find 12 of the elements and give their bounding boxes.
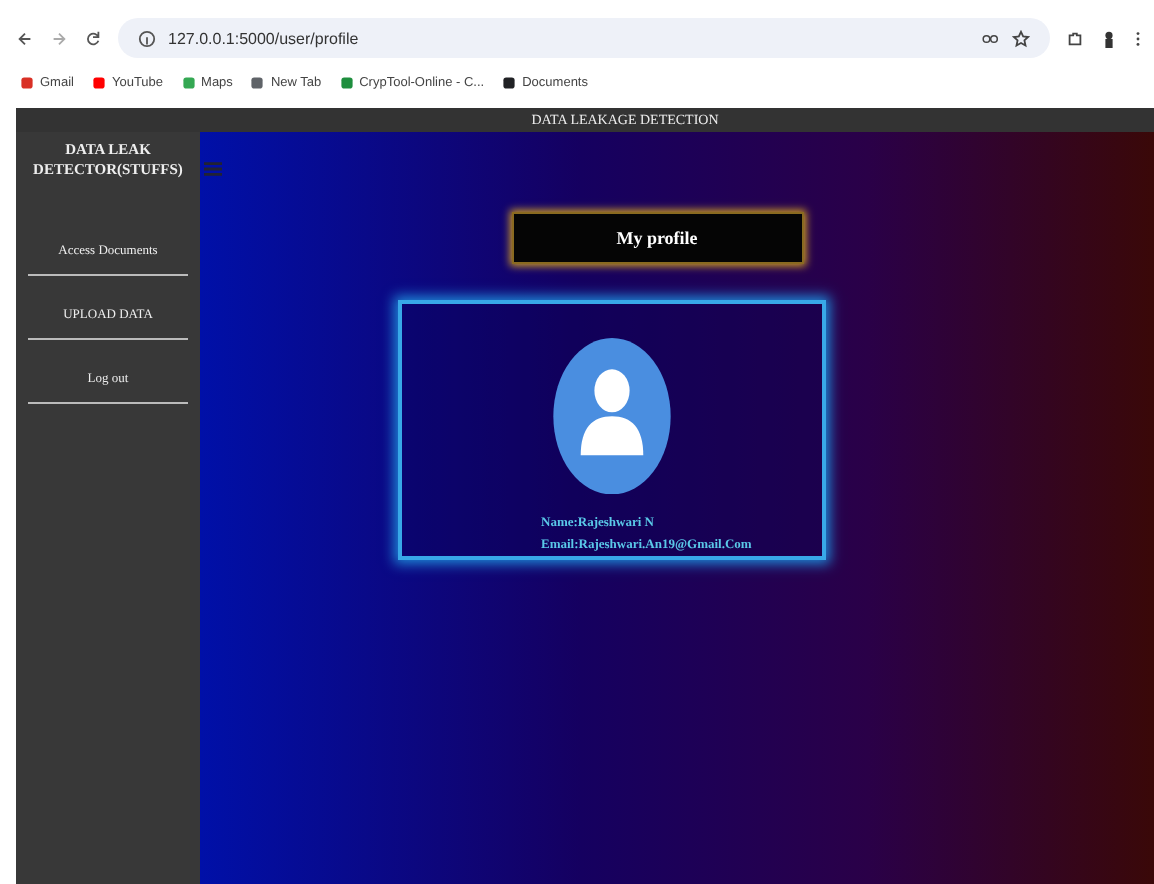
profile-icon[interactable] (1100, 29, 1118, 47)
address-bar[interactable]: 127.0.0.1:5000/user/profile (118, 18, 1050, 58)
url-text: 127.0.0.1:5000/user/profile (168, 29, 359, 47)
key-icon[interactable] (982, 29, 1000, 47)
star-icon[interactable] (1012, 29, 1030, 47)
profile-heading: My profile (511, 212, 803, 264)
extensions-icon[interactable] (1066, 29, 1084, 47)
reload-icon[interactable] (84, 29, 102, 47)
info-icon[interactable] (138, 29, 156, 47)
more-icon[interactable] (1134, 29, 1142, 47)
avatar-icon (551, 338, 671, 495)
back-icon[interactable] (16, 29, 34, 47)
